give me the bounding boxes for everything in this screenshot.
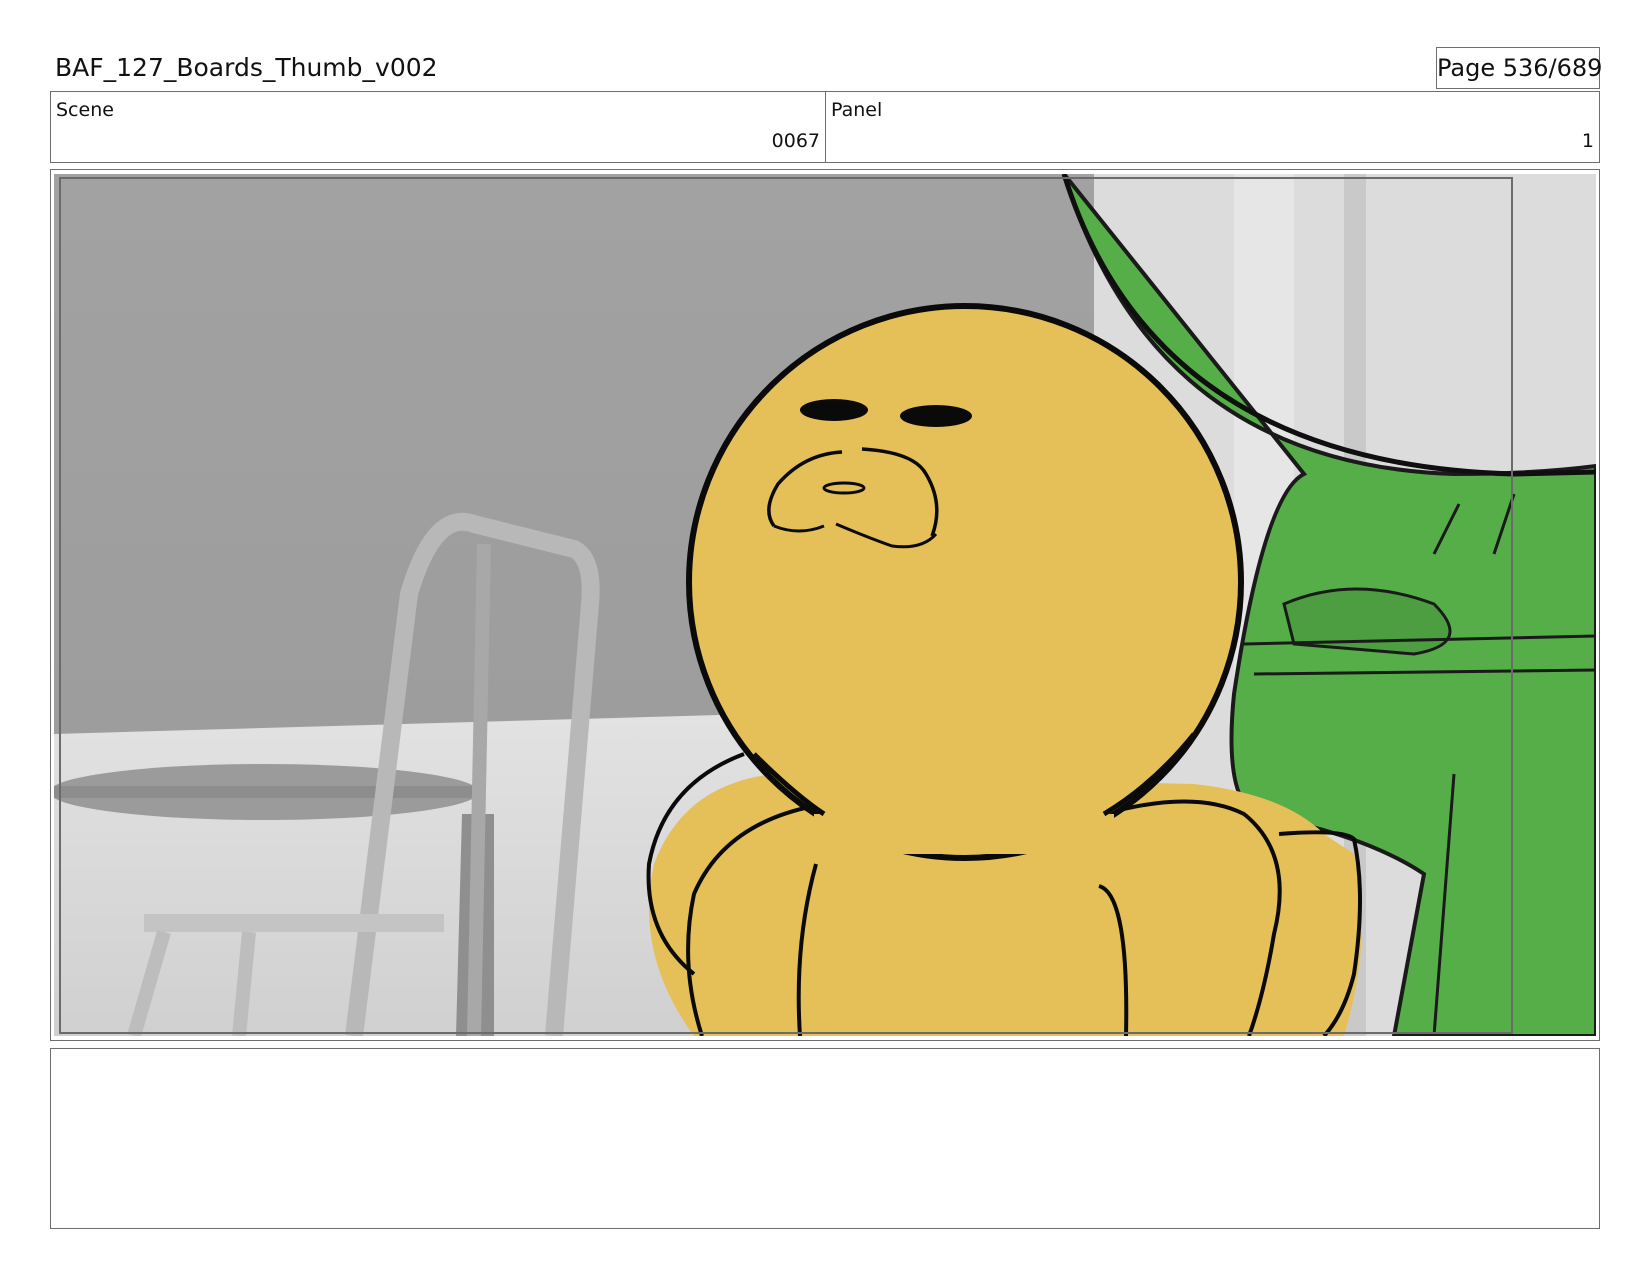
- yellow-character-right-eye: [900, 405, 972, 427]
- document-title: BAF_127_Boards_Thumb_v002: [55, 53, 438, 82]
- chair-leg-mid: [232, 931, 256, 1036]
- yellow-character-left-eye: [800, 399, 868, 421]
- page-indicator: Page 536/689: [1436, 47, 1602, 89]
- panel-label: Panel: [831, 99, 883, 121]
- chair-back-bar: [467, 543, 491, 1036]
- panel-illustration: [54, 174, 1596, 1036]
- yellow-character-chin-fill: [814, 814, 1114, 854]
- panel-notes-box: [50, 1048, 1600, 1229]
- storyboard-frame: [50, 169, 1600, 1041]
- scene-number: 0067: [771, 130, 820, 152]
- scene-cell: Scene 0067: [51, 92, 826, 162]
- panel-cell: Panel 1: [826, 92, 1599, 162]
- table-edge: [54, 786, 479, 798]
- storyboard-panel-image: [54, 174, 1596, 1036]
- chair-seat: [144, 914, 444, 932]
- panel-number: 1: [1581, 130, 1594, 152]
- scene-panel-info-row: Scene 0067 Panel 1: [50, 91, 1600, 163]
- scene-label: Scene: [56, 99, 114, 121]
